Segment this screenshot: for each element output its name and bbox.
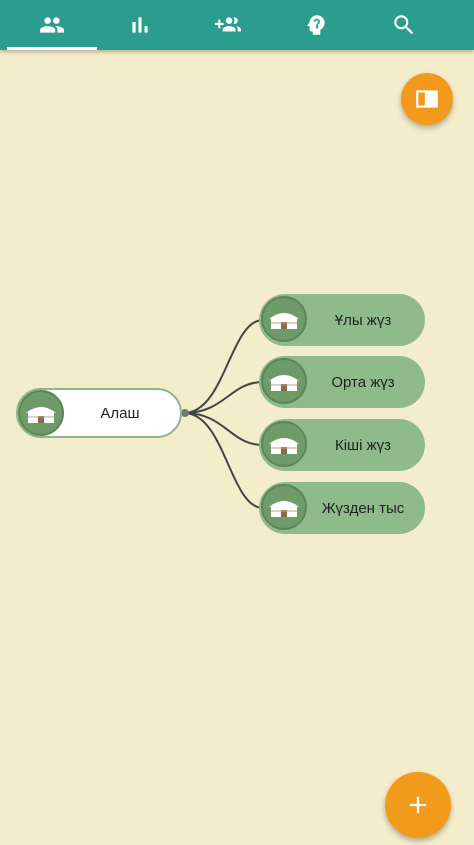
head-question-icon [307,15,325,35]
root-node-label: Алаш [100,404,140,422]
yurt-icon [261,421,307,467]
root-node[interactable]: Алаш [16,388,182,438]
add-button[interactable] [385,772,451,838]
active-tab-indicator [7,47,97,50]
child-node-label: Орта жүз [331,373,395,391]
yurt-icon [18,390,64,436]
yurt-icon [261,358,307,404]
child-node-label: Ұлы жүз [334,311,392,329]
tab-people[interactable] [7,0,97,50]
search-icon [394,15,414,35]
child-node-label: Жүзден тыс [321,499,405,517]
child-node-zhuzden-tys[interactable]: Жүзден тыс [259,482,425,534]
child-node-label: Кіші жүз [334,436,391,454]
top-tab-bar [0,0,474,50]
bar-chart-icon [132,17,148,33]
add-group-icon [215,17,241,32]
yurt-icon [261,296,307,342]
plus-icon [409,796,427,814]
root-connector-dot [181,409,189,417]
yurt-icon [261,484,307,530]
tab-search[interactable] [359,0,449,50]
child-node-orta-zhuz[interactable]: Орта жүз [259,356,425,408]
child-node-uly-zhuz[interactable]: Ұлы жүз [259,294,425,346]
people-icon [40,17,64,33]
tab-add-group[interactable] [183,0,273,50]
tab-quiz[interactable] [271,0,361,50]
tab-statistics[interactable] [95,0,185,50]
child-node-kishi-zhuz[interactable]: Кіші жүз [259,419,425,471]
